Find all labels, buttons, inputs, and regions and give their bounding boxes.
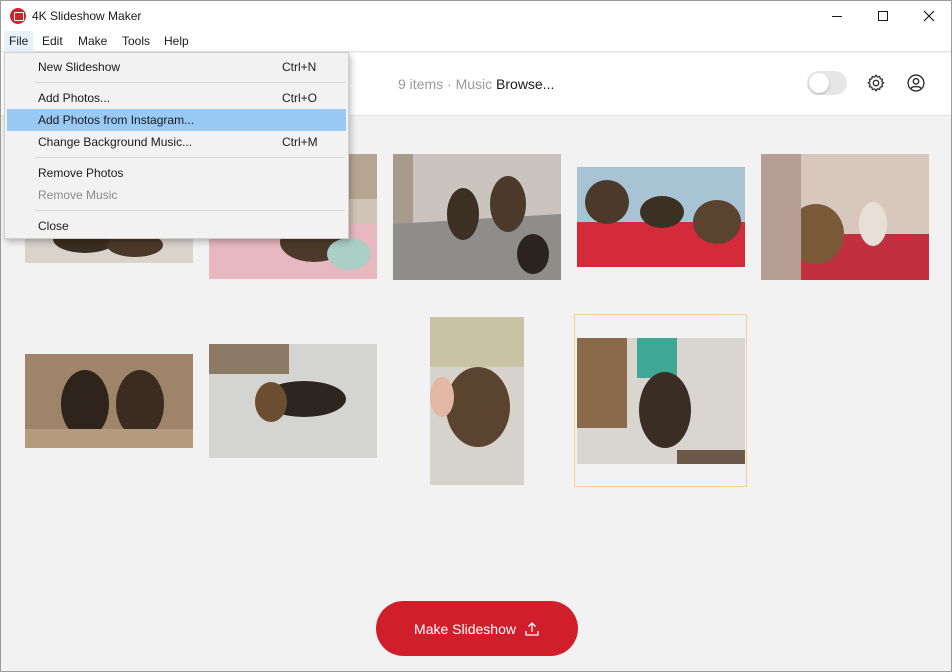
toggle-knob [809, 73, 829, 93]
photo-thumbnail[interactable] [25, 354, 193, 448]
browse-music-link[interactable]: Browse... [496, 76, 554, 92]
menu-item-add-photos[interactable]: Add Photos... Ctrl+O [7, 87, 346, 109]
app-logo-icon [10, 8, 26, 24]
menu-tools[interactable]: Tools [117, 31, 155, 52]
menu-edit[interactable]: Edit [37, 31, 68, 52]
photo-thumbnail[interactable] [393, 154, 561, 280]
photo-thumbnail[interactable] [430, 317, 524, 485]
photo-thumbnail[interactable] [577, 167, 745, 267]
menu-make[interactable]: Make [73, 31, 112, 52]
menu-item-change-music[interactable]: Change Background Music... Ctrl+M [7, 131, 346, 153]
file-menu-dropdown: New Slideshow Ctrl+N Add Photos... Ctrl+… [4, 52, 349, 239]
menu-item-remove-photos[interactable]: Remove Photos [7, 162, 346, 184]
mode-toggle[interactable] [807, 71, 847, 95]
user-icon[interactable] [906, 73, 926, 93]
menu-separator [35, 157, 345, 158]
gear-icon[interactable] [866, 73, 886, 93]
music-label: Music [455, 76, 493, 92]
menu-file[interactable]: File [4, 31, 34, 52]
photo-thumbnail[interactable] [209, 344, 377, 458]
menu-bar: File Edit Make Tools Help [1, 31, 951, 52]
menu-separator [35, 210, 345, 211]
maximize-button[interactable] [860, 1, 906, 31]
make-slideshow-label: Make Slideshow [414, 620, 516, 637]
menu-item-new-slideshow[interactable]: New Slideshow Ctrl+N [7, 56, 346, 78]
maximize-icon [878, 11, 888, 21]
close-icon [923, 10, 935, 22]
info-separator: · [443, 76, 456, 92]
menu-item-remove-music: Remove Music [38, 188, 118, 202]
make-slideshow-button[interactable]: Make Slideshow [376, 601, 578, 656]
photo-thumbnail[interactable] [761, 154, 929, 280]
menu-item-close[interactable]: Close [7, 215, 346, 237]
menu-item-add-photos-instagram[interactable]: Add Photos from Instagram... [7, 109, 346, 131]
menu-separator [35, 82, 345, 83]
app-window: 4K Slideshow Maker File Edit Make Tools … [0, 0, 952, 672]
minimize-button[interactable] [814, 1, 860, 31]
selected-photo-frame [574, 314, 747, 487]
minimize-icon [832, 15, 842, 17]
items-count: 9 items [398, 76, 444, 92]
close-button[interactable] [906, 1, 951, 31]
window-title: 4K Slideshow Maker [32, 9, 142, 23]
menu-help[interactable]: Help [159, 31, 194, 52]
upload-icon [525, 621, 539, 636]
toolbar-info: 9 items · Music Browse... [398, 76, 554, 92]
title-bar: 4K Slideshow Maker [1, 1, 951, 31]
